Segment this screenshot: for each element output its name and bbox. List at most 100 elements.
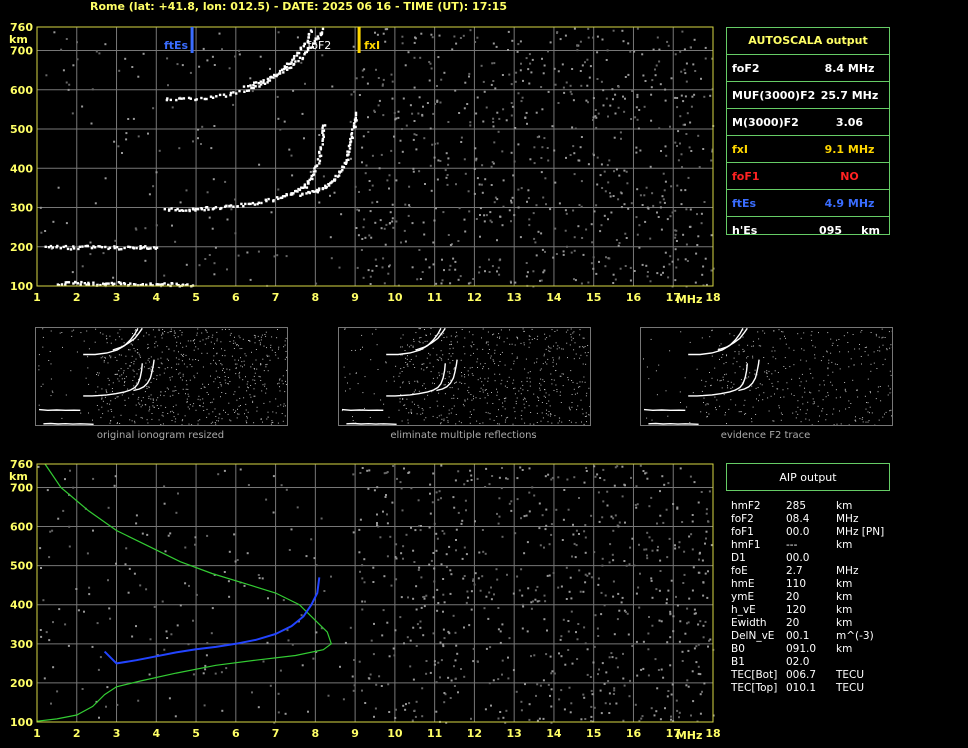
trace-point [250, 86, 253, 90]
noise-dot [400, 241, 402, 244]
thumb-noise [187, 406, 189, 408]
noise-dot [617, 198, 620, 201]
thumb-noise [349, 373, 351, 375]
noise-dot [674, 229, 677, 232]
noise-dot [692, 566, 695, 569]
trace-point [297, 59, 300, 63]
thumb-noise [109, 335, 111, 337]
thumb-noise [477, 379, 479, 381]
trace-point [303, 42, 306, 45]
thumb-noise [643, 358, 644, 360]
noise-dot [704, 620, 707, 623]
noise-dot [519, 236, 522, 239]
thumb-noise [456, 381, 457, 383]
thumb-noise [121, 338, 123, 340]
thumb-noise [523, 344, 525, 346]
noise-dot [276, 95, 279, 98]
trace-point [178, 97, 181, 100]
noise-dot [510, 114, 513, 117]
noise-dot [510, 220, 512, 223]
thumb-noise [196, 372, 198, 374]
noise-dot [610, 652, 613, 655]
thumb-noise [402, 399, 404, 400]
trace-point [262, 79, 265, 82]
noise-dot [707, 570, 709, 573]
thumb-noise [487, 353, 489, 354]
aip-row: ymE 20 km [731, 591, 853, 603]
noise-dot [589, 65, 592, 68]
thumb-noise [285, 384, 287, 385]
noise-dot [52, 220, 55, 223]
noise-dot [578, 569, 581, 572]
noise-dot [553, 67, 556, 70]
y-tick-label: 700 [10, 45, 33, 58]
noise-dot [541, 146, 544, 149]
noise-dot [436, 588, 439, 591]
thumb-noise [212, 411, 214, 413]
noise-dot [399, 139, 402, 142]
noise-dot [127, 118, 130, 120]
noise-dot [124, 563, 127, 566]
thumb-noise [132, 344, 133, 346]
noise-dot [475, 218, 478, 220]
noise-dot [395, 220, 398, 223]
noise-dot [490, 83, 493, 86]
thumb-noise [224, 371, 226, 373]
noise-dot [195, 593, 198, 596]
thumb-noise [471, 367, 473, 368]
thumb-noise [246, 416, 248, 418]
thumb-noise [178, 351, 179, 353]
noise-dot [463, 107, 466, 110]
thumb-noise [494, 352, 496, 354]
thumb-noise [265, 335, 267, 337]
noise-dot [496, 512, 498, 515]
thumb-noise [719, 345, 721, 347]
noise-dot [543, 137, 546, 140]
trace-point [56, 244, 59, 248]
noise-dot [664, 251, 667, 254]
thumb-noise [536, 405, 538, 407]
noise-dot [638, 246, 641, 249]
thumb-noise [409, 361, 411, 362]
noise-dot [128, 567, 131, 570]
thumb-noise [266, 355, 268, 357]
thumb-noise [438, 372, 440, 374]
noise-dot [433, 522, 436, 525]
noise-dot [96, 622, 99, 625]
noise-dot [338, 266, 341, 269]
noise-dot [435, 710, 438, 713]
noise-dot [543, 618, 546, 621]
thumb-noise [197, 423, 199, 425]
thumb-noise [103, 361, 105, 363]
noise-dot [584, 524, 587, 526]
noise-dot [687, 176, 690, 179]
noise-dot [670, 579, 673, 582]
noise-dot [234, 55, 237, 58]
noise-dot [415, 645, 418, 647]
thumb-noise [98, 409, 100, 411]
thumb-noise [548, 347, 550, 349]
thumb-noise [463, 346, 465, 348]
noise-dot [590, 715, 593, 718]
thumb-noise [744, 413, 745, 415]
trace-point [86, 244, 89, 248]
thumb-noise [279, 390, 281, 392]
noise-dot [361, 238, 364, 240]
noise-dot [422, 221, 425, 224]
thumb-noise [580, 354, 582, 356]
trace-point [72, 247, 76, 250]
noise-dot [266, 641, 269, 644]
noise-dot [75, 588, 78, 590]
noise-dot [650, 86, 653, 89]
noise-dot [666, 598, 668, 601]
thumb-noise [733, 335, 735, 337]
thumb-noise [561, 373, 563, 375]
thumb-noise [161, 334, 162, 336]
noise-dot [526, 271, 529, 274]
thumb-noise [448, 382, 449, 384]
noise-dot [392, 465, 395, 467]
thumb-noise [797, 406, 799, 408]
thumb-noise [550, 414, 552, 415]
thumb-noise [260, 363, 262, 364]
thumb-noise [500, 329, 502, 331]
